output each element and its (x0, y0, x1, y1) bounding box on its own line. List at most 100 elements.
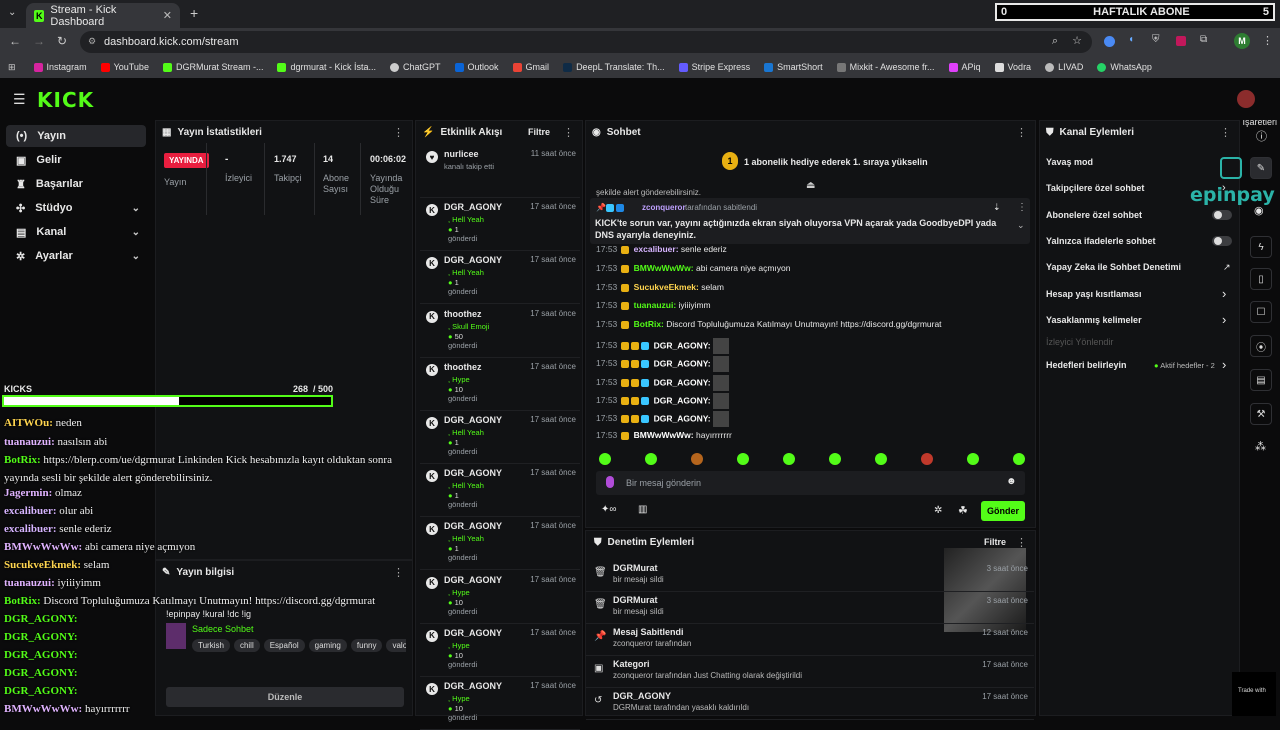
gift-banner-text[interactable]: 1 abonelik hediye ederek 1. sıraya yükse… (744, 157, 928, 167)
quick-emote-icon[interactable] (921, 453, 933, 465)
profile-avatar[interactable]: M (1234, 33, 1250, 49)
activity-filter-button[interactable]: Filtre (528, 127, 550, 137)
sidebar-item-ayarlar[interactable]: ✲ Ayarlar ⌄ (6, 245, 146, 267)
bookmark-mixkit[interactable]: Mixkit - Awesome fr... (836, 62, 935, 72)
set-goals-label[interactable]: Hedefleri belirleyin (1046, 360, 1127, 370)
bookmark-outlook[interactable]: Outlook (454, 62, 499, 72)
apps-icon[interactable]: ⁂ (1255, 440, 1266, 453)
tab-list-icon[interactable]: ⌄ (8, 7, 16, 18)
chat-message[interactable]: 17:53 tuanauzui: iyiiiyimm (596, 300, 711, 310)
expand-chevron-icon[interactable]: ⌄ (1017, 220, 1025, 231)
url-field[interactable]: ⚙ dashboard.kick.com/stream ⌕ ☆ (80, 31, 1092, 53)
activity-event[interactable]: K DGR_AGONY 17 saat önce , Hype ● 10 gönderdi (420, 677, 580, 730)
bookmark-stripe[interactable]: Stripe Express (678, 62, 750, 72)
site-info-icon[interactable]: ⚙ (88, 36, 96, 47)
apps-grid-icon[interactable]: ⊞ (8, 62, 16, 73)
hamburger-menu-icon[interactable]: ☰ (13, 91, 26, 108)
browser-menu-icon[interactable]: ⋮ (1262, 34, 1273, 47)
moderation-item[interactable]: ▣ Kategori zconqueror tarafından Just Chat… (586, 656, 1034, 688)
chat-users-icon[interactable]: ☘ (958, 504, 968, 517)
pinned-more-icon[interactable]: ⋮ (1017, 202, 1027, 213)
quick-emote-icon[interactable] (875, 453, 887, 465)
chat-message[interactable]: 17:53 DGR_AGONY: (596, 338, 730, 354)
tag[interactable]: chill (233, 639, 260, 652)
moderation-filter-button[interactable]: Filtre (984, 537, 1006, 547)
sidebar-item-yayin[interactable]: (•) Yayın (6, 125, 146, 147)
bookmark-star-icon[interactable]: ☆ (1072, 34, 1082, 47)
activity-event[interactable]: K DGR_AGONY 17 saat önce , Hell Yeah ● 1 gönd… (420, 411, 580, 464)
channel-actions-more-icon[interactable]: ⋮ (1220, 126, 1231, 139)
tag[interactable]: gaming (308, 639, 347, 652)
activity-event[interactable]: Kthoothez 17 saat önce , Skull Emoji ● 50 gö… (420, 305, 580, 358)
kick-logo[interactable]: KICK (37, 88, 94, 112)
unpin-icon[interactable]: ⇣ (993, 202, 1001, 213)
emote-only-toggle[interactable] (1212, 236, 1232, 246)
store-icon[interactable]: ▥ (638, 504, 647, 515)
record-icon[interactable]: ◉ (1254, 204, 1264, 217)
chat-icon[interactable]: ☐ (1250, 301, 1272, 323)
chat-message[interactable]: 17:53 DGR_AGONY: (596, 393, 730, 409)
chat-message[interactable]: 17:53 SucukveEkmek: selam (596, 282, 724, 292)
chat-settings-icon[interactable]: ✲ (934, 505, 942, 516)
quick-emote-icon[interactable] (829, 453, 841, 465)
back-icon[interactable]: ← (9, 34, 21, 48)
tag[interactable]: funny (350, 639, 383, 652)
collapse-icon[interactable]: ⏏ (806, 180, 815, 191)
chat-message[interactable]: 17:53 BMWwWwWw: hayırrrrrrr (596, 430, 732, 440)
bookmark-vodra[interactable]: Vodra (994, 62, 1031, 72)
close-tab-icon[interactable]: ✕ (163, 9, 172, 22)
bookmark-dgrmurat-stream[interactable]: DGRMurat Stream -... (162, 62, 263, 72)
subscribers-only-toggle[interactable] (1212, 210, 1232, 220)
user-avatar[interactable] (1237, 90, 1255, 108)
send-button[interactable]: Gönder (981, 501, 1025, 521)
chat-message[interactable]: 17:53 DGR_AGONY: (596, 411, 730, 427)
external-link-icon[interactable]: ↗ (1223, 262, 1231, 273)
info-icon[interactable]: ⓘ (1256, 128, 1267, 144)
tag[interactable]: Turkish (192, 639, 230, 652)
bookmark-dgrmurat-kick[interactable]: dgrmurat - Kick İsta... (277, 62, 376, 72)
bookmark-livad[interactable]: LIVAD (1045, 62, 1083, 72)
bookmark-deepl[interactable]: DeepL Translate: Th... (563, 62, 665, 72)
quick-emote-icon[interactable] (645, 453, 657, 465)
wrench-icon[interactable]: ⚒ (1250, 403, 1272, 425)
extension-icon[interactable] (1104, 36, 1115, 47)
tag[interactable]: Español (263, 639, 305, 652)
tag[interactable]: valorant (386, 639, 406, 652)
activity-event[interactable]: K DGR_AGONY 17 saat önce , Hell Yeah ● 1 gönd… (420, 198, 580, 252)
chat-message[interactable]: 17:53 BMWwWwWw: abi camera niye açmıyon (596, 263, 790, 273)
zoom-search-icon[interactable]: ⌕ (1052, 35, 1058, 48)
chevron-right-icon[interactable]: › (1222, 286, 1226, 301)
emoji-picker-icon[interactable]: ☻ (1006, 476, 1017, 487)
moderation-item[interactable]: 🗑 DGRMurat bir mesajı sildi 3 saat önce (586, 560, 1034, 592)
broadcast-icon[interactable]: ⦿ (1250, 335, 1272, 357)
chat-more-icon[interactable]: ⋮ (1016, 126, 1027, 139)
account-age-label[interactable]: Hesap yaşı kısıtlaması (1046, 289, 1142, 299)
shield-extension-icon[interactable]: ⛨ (1152, 34, 1160, 45)
sidebar-item-kanal[interactable]: ▤ Kanal ⌄ (6, 221, 146, 243)
quick-emote-icon[interactable] (691, 453, 703, 465)
quick-emote-icon[interactable] (599, 453, 611, 465)
bookmark-youtube[interactable]: YouTube (100, 62, 149, 72)
emote-only-label[interactable]: Yalnızca ifadelerle sohbet (1046, 236, 1156, 246)
extensions-puzzle-icon[interactable]: ⧉ (1200, 34, 1207, 45)
chat-message[interactable]: 17:53 excalibuer: senle ederiz (596, 244, 727, 254)
moderation-item[interactable]: 🗑 DGRMurat bir mesajı sildi 3 saat önce (586, 592, 1034, 624)
activity-event[interactable]: K DGR_AGONY 17 saat önce , Hell Yeah ● 1 gönd… (420, 464, 580, 518)
activity-event[interactable]: K DGR_AGONY 17 saat önce , Hype ● 10 gönderdi (420, 571, 580, 624)
edit-button[interactable]: Düzenle (166, 687, 404, 707)
chat-input[interactable]: Bir mesaj gönderin ☻ (596, 471, 1025, 495)
reload-icon[interactable]: ↻ (57, 34, 67, 48)
chat-message[interactable]: 17:53 DGR_AGONY: (596, 356, 730, 372)
activity-event[interactable]: ♥ nurlicee 11 saat önce kanalı takip etti (420, 145, 580, 198)
sidebar-item-studyo[interactable]: ✣ Stüdyo ⌄ (6, 197, 146, 219)
quick-emote-icon[interactable] (783, 453, 795, 465)
banned-words-label[interactable]: Yasaklanmış kelimeler (1046, 315, 1142, 325)
quick-emote-icon[interactable] (1013, 453, 1025, 465)
new-tab-icon[interactable]: + (190, 5, 198, 21)
bookmark-chatgpt[interactable]: ChatGPT (390, 62, 441, 72)
bookmark-apiq[interactable]: APiq (948, 62, 981, 72)
stream-info-more-icon[interactable]: ⋮ (393, 566, 404, 579)
subscribers-only-label[interactable]: Abonelere özel sohbet (1046, 210, 1142, 220)
sidebar-item-basarilar[interactable]: ♜ Başarılar (6, 173, 146, 195)
category-name[interactable]: Sadece Sohbet (192, 624, 254, 634)
